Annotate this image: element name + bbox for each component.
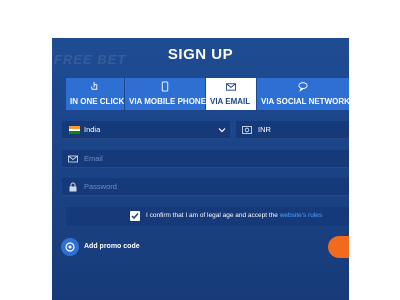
gear-icon — [65, 242, 75, 252]
currency-value: INR — [258, 125, 271, 134]
legal-age-confirmation: I confirm that I am of legal age and acc… — [66, 207, 349, 226]
tab-label: VIA MOBILE PHONE — [129, 97, 207, 106]
email-field[interactable]: Email — [62, 150, 349, 168]
register-button[interactable] — [328, 236, 349, 258]
india-flag-icon — [69, 126, 80, 134]
confirm-label: I confirm that I am of legal age and acc… — [146, 212, 278, 219]
checkmark-icon — [131, 213, 139, 220]
tab-label: VIA EMAIL — [210, 97, 251, 106]
email-placeholder: Email — [84, 154, 103, 163]
confirm-text: I confirm that I am of legal age and acc… — [146, 212, 322, 219]
country-select[interactable]: India — [62, 121, 230, 139]
tab-label: VIA SOCIAL NETWORKS — [261, 97, 349, 106]
chat-bubbles-icon — [298, 82, 308, 92]
add-promo-code-link[interactable]: Add promo code — [84, 243, 140, 250]
tab-one-click[interactable]: IN ONE CLICK — [66, 78, 124, 110]
website-rules-link[interactable]: website's rules — [280, 212, 322, 219]
legal-age-checkbox[interactable] — [130, 211, 140, 221]
phone-icon — [161, 81, 169, 92]
signup-panel: FREE BET SIGN UP IN ONE CLICK VIA MOBILE… — [52, 38, 349, 300]
promo-code-icon[interactable] — [61, 238, 79, 256]
currency-icon — [242, 126, 252, 134]
password-field[interactable]: Password — [62, 178, 349, 196]
tab-label: IN ONE CLICK — [70, 97, 125, 106]
chevron-down-icon — [218, 128, 226, 133]
tab-email[interactable]: VIA EMAIL — [206, 78, 256, 110]
lock-icon — [69, 182, 77, 192]
envelope-icon — [68, 155, 78, 163]
tab-social-networks[interactable]: VIA SOCIAL NETWORKS — [257, 78, 349, 110]
country-value: India — [84, 125, 101, 134]
envelope-icon — [225, 83, 237, 91]
tab-mobile-phone[interactable]: VIA MOBILE PHONE — [125, 78, 207, 110]
page-title: SIGN UP — [167, 46, 234, 63]
currency-select[interactable]: INR — [236, 121, 349, 139]
password-placeholder: Password — [84, 182, 117, 191]
hand-pointer-icon — [90, 81, 98, 90]
